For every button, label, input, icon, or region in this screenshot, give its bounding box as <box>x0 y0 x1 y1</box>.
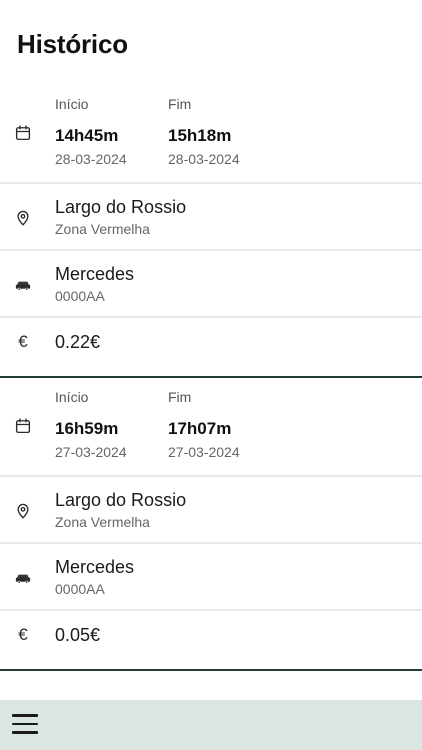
price-value: 0.05€ <box>55 625 101 645</box>
history-entry[interactable]: Início 16h59m 27-03-2024 Fim 17h07m 27-0… <box>0 389 422 669</box>
start-label: Início <box>55 96 89 112</box>
end-time: 15h18m <box>168 126 232 145</box>
location-pin-icon <box>14 502 32 520</box>
license-plate: 0000AA <box>55 288 105 304</box>
location-row: Largo do Rossio Zona Vermelha <box>0 184 422 251</box>
vehicle-name: Mercedes <box>55 557 135 577</box>
history-screen: Histórico Início 14h45m 28-03-2024 Fim 1… <box>0 0 422 750</box>
zone-name: Zona Vermelha <box>55 514 150 530</box>
vehicle-row: Mercedes 0000AA <box>0 251 422 318</box>
end-label: Fim <box>168 389 192 405</box>
price-row: € 0.22€ <box>0 318 422 376</box>
calendar-icon <box>14 417 32 435</box>
entry-separator <box>0 669 422 671</box>
history-entry[interactable]: Início 14h45m 28-03-2024 Fim 15h18m 28-0… <box>0 96 422 376</box>
location-name: Largo do Rossio <box>55 490 187 510</box>
end-date: 27-03-2024 <box>168 444 240 460</box>
license-plate: 0000AA <box>55 581 105 597</box>
euro-icon: € <box>18 332 28 351</box>
time-row: Início 16h59m 27-03-2024 Fim 17h07m 27-0… <box>0 389 422 477</box>
car-icon <box>14 276 32 294</box>
vehicle-name: Mercedes <box>55 264 135 284</box>
location-row: Largo do Rossio Zona Vermelha <box>0 477 422 544</box>
start-time: 14h45m <box>55 126 119 145</box>
car-icon <box>14 569 32 587</box>
euro-icon: € <box>18 625 28 644</box>
start-time: 16h59m <box>55 419 119 438</box>
end-date: 28-03-2024 <box>168 151 240 167</box>
hamburger-menu-icon[interactable] <box>12 713 38 735</box>
location-name: Largo do Rossio <box>55 197 187 217</box>
location-pin-icon <box>14 209 32 227</box>
zone-name: Zona Vermelha <box>55 221 150 237</box>
time-row: Início 14h45m 28-03-2024 Fim 15h18m 28-0… <box>0 96 422 184</box>
vehicle-row: Mercedes 0000AA <box>0 544 422 611</box>
price-value: 0.22€ <box>55 332 101 352</box>
end-time: 17h07m <box>168 419 232 438</box>
price-row: € 0.05€ <box>0 611 422 669</box>
start-date: 28-03-2024 <box>55 151 127 167</box>
end-label: Fim <box>168 96 192 112</box>
entry-separator <box>0 376 422 378</box>
bottom-navigation-bar <box>0 700 422 750</box>
start-date: 27-03-2024 <box>55 444 127 460</box>
page-title: Histórico <box>17 29 128 59</box>
start-label: Início <box>55 389 89 405</box>
calendar-icon <box>14 124 32 142</box>
